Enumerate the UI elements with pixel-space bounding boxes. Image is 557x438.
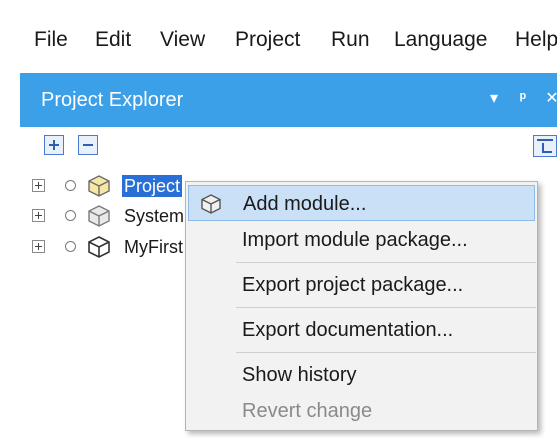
menu-item-label: Export project package... [242,274,464,296]
module-cube-icon [88,205,110,227]
panel-title: Project Explorer [41,89,184,111]
project-explorer-header: Project Explorer ▾ ᵖ ✕ [20,73,557,127]
menu-item-label: Revert change [242,400,373,422]
menu-item-label: Show history [242,364,357,386]
menu-item-add-module[interactable]: Add module... [188,185,535,221]
menu-item-import-module-package[interactable]: Import module package... [186,222,537,258]
menu-item-revert-change: Revert change [186,393,537,429]
tree-item-label[interactable]: System [122,205,186,227]
panel-menu-icon[interactable]: ▾ [485,89,503,109]
menu-separator [236,262,536,263]
menu-separator [236,352,536,353]
menu-edit[interactable]: Edit [95,28,131,52]
expand-toggle-icon[interactable] [32,179,45,192]
menu-run[interactable]: Run [331,28,370,52]
menu-item-export-documentation[interactable]: Export documentation... [186,312,537,348]
menu-file[interactable]: File [34,28,68,52]
expand-toggle-icon[interactable] [32,209,45,222]
expand-all-icon[interactable] [44,135,64,155]
tree-item-label[interactable]: Project [122,175,183,197]
project-cube-icon [88,175,110,197]
status-radio-icon[interactable] [65,241,76,252]
explorer-toolbar [20,127,557,167]
menu-item-label: Import module package... [242,229,468,251]
menu-project[interactable]: Project [235,28,300,52]
menu-item-show-history[interactable]: Show history [186,357,537,393]
menu-item-label: Add module... [243,193,367,215]
status-radio-icon[interactable] [65,210,76,221]
module-cube-icon [201,194,221,214]
link-with-editor-icon[interactable] [533,135,557,157]
close-icon[interactable]: ✕ [543,89,557,109]
status-radio-icon[interactable] [65,180,76,191]
module-cube-icon [88,236,110,258]
pin-icon[interactable]: ᵖ [514,89,532,109]
menu-bar: File Edit View Project Run Language Help [0,0,557,73]
tree-item-label[interactable]: MyFirst [122,236,185,258]
collapse-all-icon[interactable] [78,135,98,155]
menu-item-label: Export documentation... [242,319,454,341]
menu-help[interactable]: Help [515,28,557,52]
menu-item-export-project-package[interactable]: Export project package... [186,267,537,303]
context-menu: Add module... Import module package... E… [185,181,538,431]
menu-language[interactable]: Language [394,28,487,52]
menu-separator [236,307,536,308]
menu-view[interactable]: View [160,28,205,52]
expand-toggle-icon[interactable] [32,240,45,253]
